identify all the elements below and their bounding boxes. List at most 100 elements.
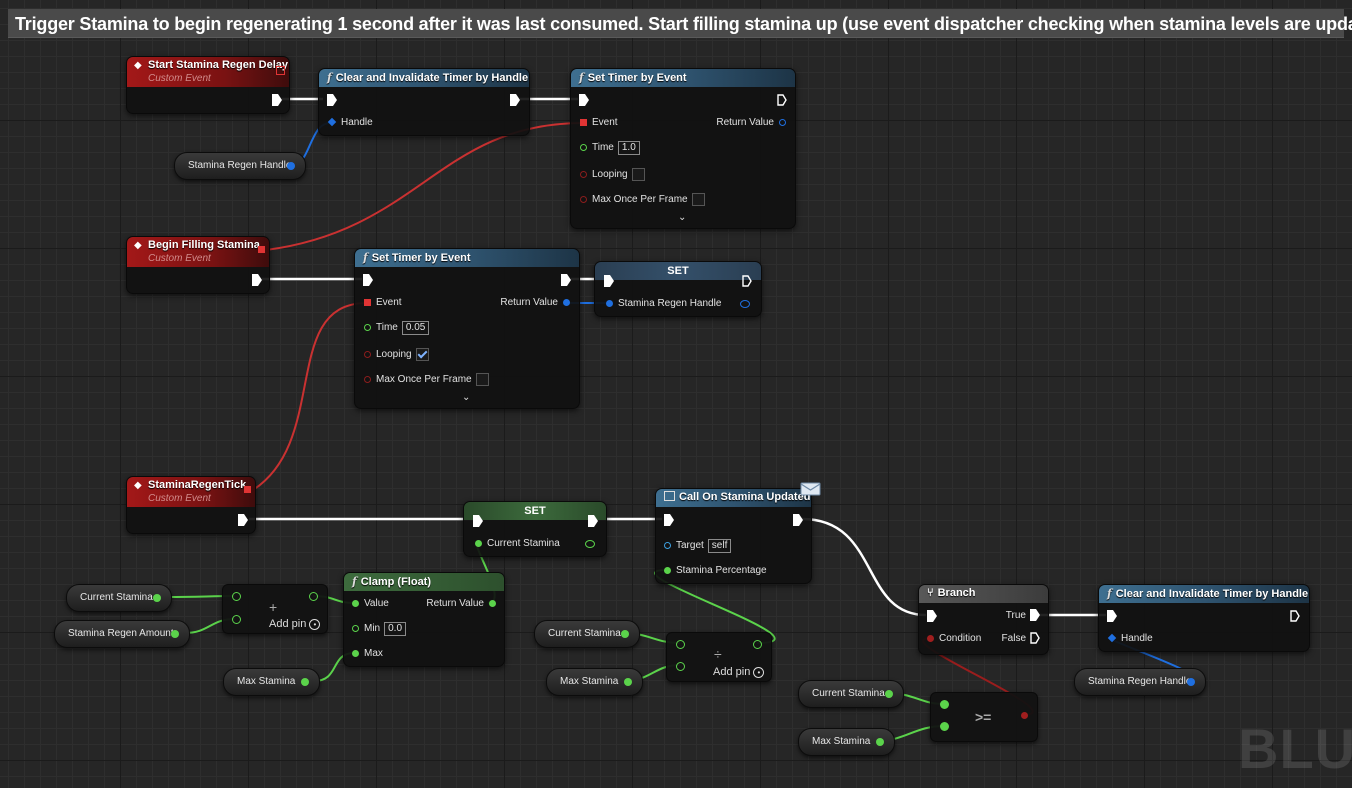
exec-in-pin[interactable] [1107, 610, 1117, 622]
handle-input-pin[interactable]: Stamina Regen Handle [606, 297, 721, 311]
exec-in-pin[interactable] [579, 94, 589, 106]
exec-in-pin[interactable] [927, 610, 937, 622]
time-input[interactable]: 0.05 [401, 321, 430, 335]
time-pin[interactable]: Time 1.0 [580, 141, 640, 155]
event-node-regen-tick[interactable]: ◆ StaminaRegenTick Custom Event [126, 476, 256, 534]
float-input-pin-a[interactable] [676, 640, 685, 649]
add-pin-button[interactable]: Add pin • [713, 666, 765, 678]
handle-pin[interactable]: Handle [327, 116, 373, 130]
add-pin-button[interactable]: Add pin • [269, 618, 321, 630]
max-once-checkbox[interactable] [691, 193, 705, 206]
min-input[interactable]: 0.0 [384, 622, 407, 636]
float-pin-icon[interactable] [624, 678, 632, 686]
exec-out-pin[interactable] [588, 515, 598, 527]
event-node-regen-delay[interactable]: ◆ Start Stamina Regen Delay Custom Event [126, 56, 290, 114]
time-input[interactable]: 1.0 [617, 141, 640, 155]
max-once-pin[interactable]: Max Once Per Frame [580, 193, 705, 207]
looping-checkbox[interactable] [631, 168, 645, 181]
var-stamina-regen-amount[interactable]: Stamina Regen Amount [54, 620, 190, 648]
float-input-pin-a[interactable] [232, 592, 241, 601]
exec-out-pin[interactable] [1290, 610, 1300, 622]
delegate-pin[interactable] [244, 486, 251, 493]
struct-pin-icon[interactable] [287, 162, 295, 170]
chevron-down-icon[interactable]: ⌄ [678, 212, 686, 223]
float-pin-icon[interactable] [876, 738, 884, 746]
exec-in-pin[interactable] [363, 274, 373, 286]
var-current-stamina-2[interactable]: Current Stamina [534, 620, 640, 648]
return-value-pin[interactable]: Return Value [426, 597, 496, 611]
struct-pin-icon[interactable] [1187, 678, 1195, 686]
set-current-stamina-node[interactable]: SET Current Stamina [463, 501, 607, 557]
exec-out-pin[interactable] [793, 514, 803, 526]
clamp-float-node[interactable]: f Clamp (Float) Value Return Value Min 0.0… [343, 572, 505, 667]
exec-in-pin[interactable] [664, 514, 674, 526]
clear-timer-node-2[interactable]: f Clear and Invalidate Timer by Handle Ha… [1098, 584, 1310, 652]
add-node[interactable]: + Add pin • [222, 584, 328, 634]
exec-out-pin[interactable] [510, 94, 520, 106]
exec-out-pin[interactable] [777, 94, 787, 106]
call-on-stamina-updated-node[interactable]: Call On Stamina Updated Target self Stami… [655, 488, 812, 584]
blueprint-graph[interactable]: Trigger Stamina to begin regenerating 1 … [0, 0, 1352, 788]
chevron-down-icon[interactable]: ⌄ [462, 392, 470, 403]
event-node-begin-filling[interactable]: ◆ Begin Filling Stamina Custom Event [126, 236, 270, 294]
target-pin[interactable]: Target self [664, 539, 732, 553]
delegate-pin[interactable] [258, 246, 265, 253]
float-pin-icon[interactable] [153, 594, 161, 602]
exec-in-pin[interactable] [473, 515, 483, 527]
min-pin[interactable]: Min 0.0 [352, 622, 407, 636]
looping-checkbox[interactable] [415, 348, 429, 361]
max-pin[interactable]: Max [352, 647, 383, 661]
exec-out-pin[interactable] [238, 514, 248, 526]
float-output-pin[interactable] [585, 540, 595, 548]
looping-pin[interactable]: Looping [580, 168, 645, 182]
var-stamina-regen-handle-1[interactable]: Stamina Regen Handle [174, 152, 306, 180]
return-value-pin[interactable]: Return Value [500, 296, 570, 310]
true-exec-pin[interactable]: True [1006, 609, 1040, 623]
var-stamina-regen-handle-2[interactable]: Stamina Regen Handle [1074, 668, 1206, 696]
var-max-stamina-2[interactable]: Max Stamina [546, 668, 643, 696]
float-input-pin-b[interactable] [940, 722, 949, 731]
value-pin[interactable]: Value [352, 597, 389, 611]
set-timer-node-1[interactable]: f Set Timer by Event Event Return Value T… [570, 68, 796, 229]
stamina-percentage-pin[interactable]: Stamina Percentage [664, 564, 767, 578]
max-once-pin[interactable]: Max Once Per Frame [364, 373, 489, 387]
exec-out-pin[interactable] [742, 275, 752, 287]
var-max-stamina-1[interactable]: Max Stamina [223, 668, 320, 696]
float-output-pin[interactable] [753, 640, 762, 649]
handle-pin[interactable]: Handle [1107, 632, 1153, 646]
float-input-pin-b[interactable] [676, 662, 685, 671]
float-output-pin[interactable] [309, 592, 318, 601]
var-current-stamina-3[interactable]: Current Stamina [798, 680, 904, 708]
max-once-checkbox[interactable] [475, 373, 489, 386]
float-input-pin-a[interactable] [940, 700, 949, 709]
looping-pin[interactable]: Looping [364, 348, 429, 362]
exec-in-pin[interactable] [327, 94, 337, 106]
clear-timer-node-1[interactable]: f Clear and Invalidate Timer by Handle Ha… [318, 68, 530, 136]
struct-output-pin[interactable] [740, 300, 750, 308]
float-pin-icon[interactable] [171, 630, 179, 638]
false-exec-pin[interactable]: False [1002, 632, 1040, 646]
set-timer-node-2[interactable]: f Set Timer by Event Event Return Value T… [354, 248, 580, 409]
event-delegate-pin[interactable]: Event [580, 116, 618, 130]
return-value-pin[interactable]: Return Value [716, 116, 786, 130]
divide-node[interactable]: ÷ Add pin • [666, 632, 772, 682]
float-input-pin-b[interactable] [232, 615, 241, 624]
float-pin-icon[interactable] [301, 678, 309, 686]
bool-output-pin[interactable] [1021, 712, 1028, 719]
exec-out-pin[interactable] [272, 94, 282, 106]
var-max-stamina-3[interactable]: Max Stamina [798, 728, 895, 756]
exec-in-pin[interactable] [604, 275, 614, 287]
event-delegate-pin[interactable]: Event [364, 296, 402, 310]
branch-node[interactable]: ⑂ Branch True False Condition [918, 584, 1049, 655]
float-pin-icon[interactable] [885, 690, 893, 698]
greater-equal-node[interactable]: >= [930, 692, 1038, 742]
var-current-stamina-1[interactable]: Current Stamina [66, 584, 172, 612]
time-pin[interactable]: Time 0.05 [364, 321, 430, 335]
condition-pin[interactable]: Condition [927, 632, 981, 646]
float-pin-icon[interactable] [621, 630, 629, 638]
exec-out-pin[interactable] [561, 274, 571, 286]
set-handle-node[interactable]: SET Stamina Regen Handle [594, 261, 762, 317]
current-stamina-input-pin[interactable]: Current Stamina [475, 537, 560, 551]
delegate-pin[interactable] [276, 66, 285, 75]
exec-out-pin[interactable] [252, 274, 262, 286]
